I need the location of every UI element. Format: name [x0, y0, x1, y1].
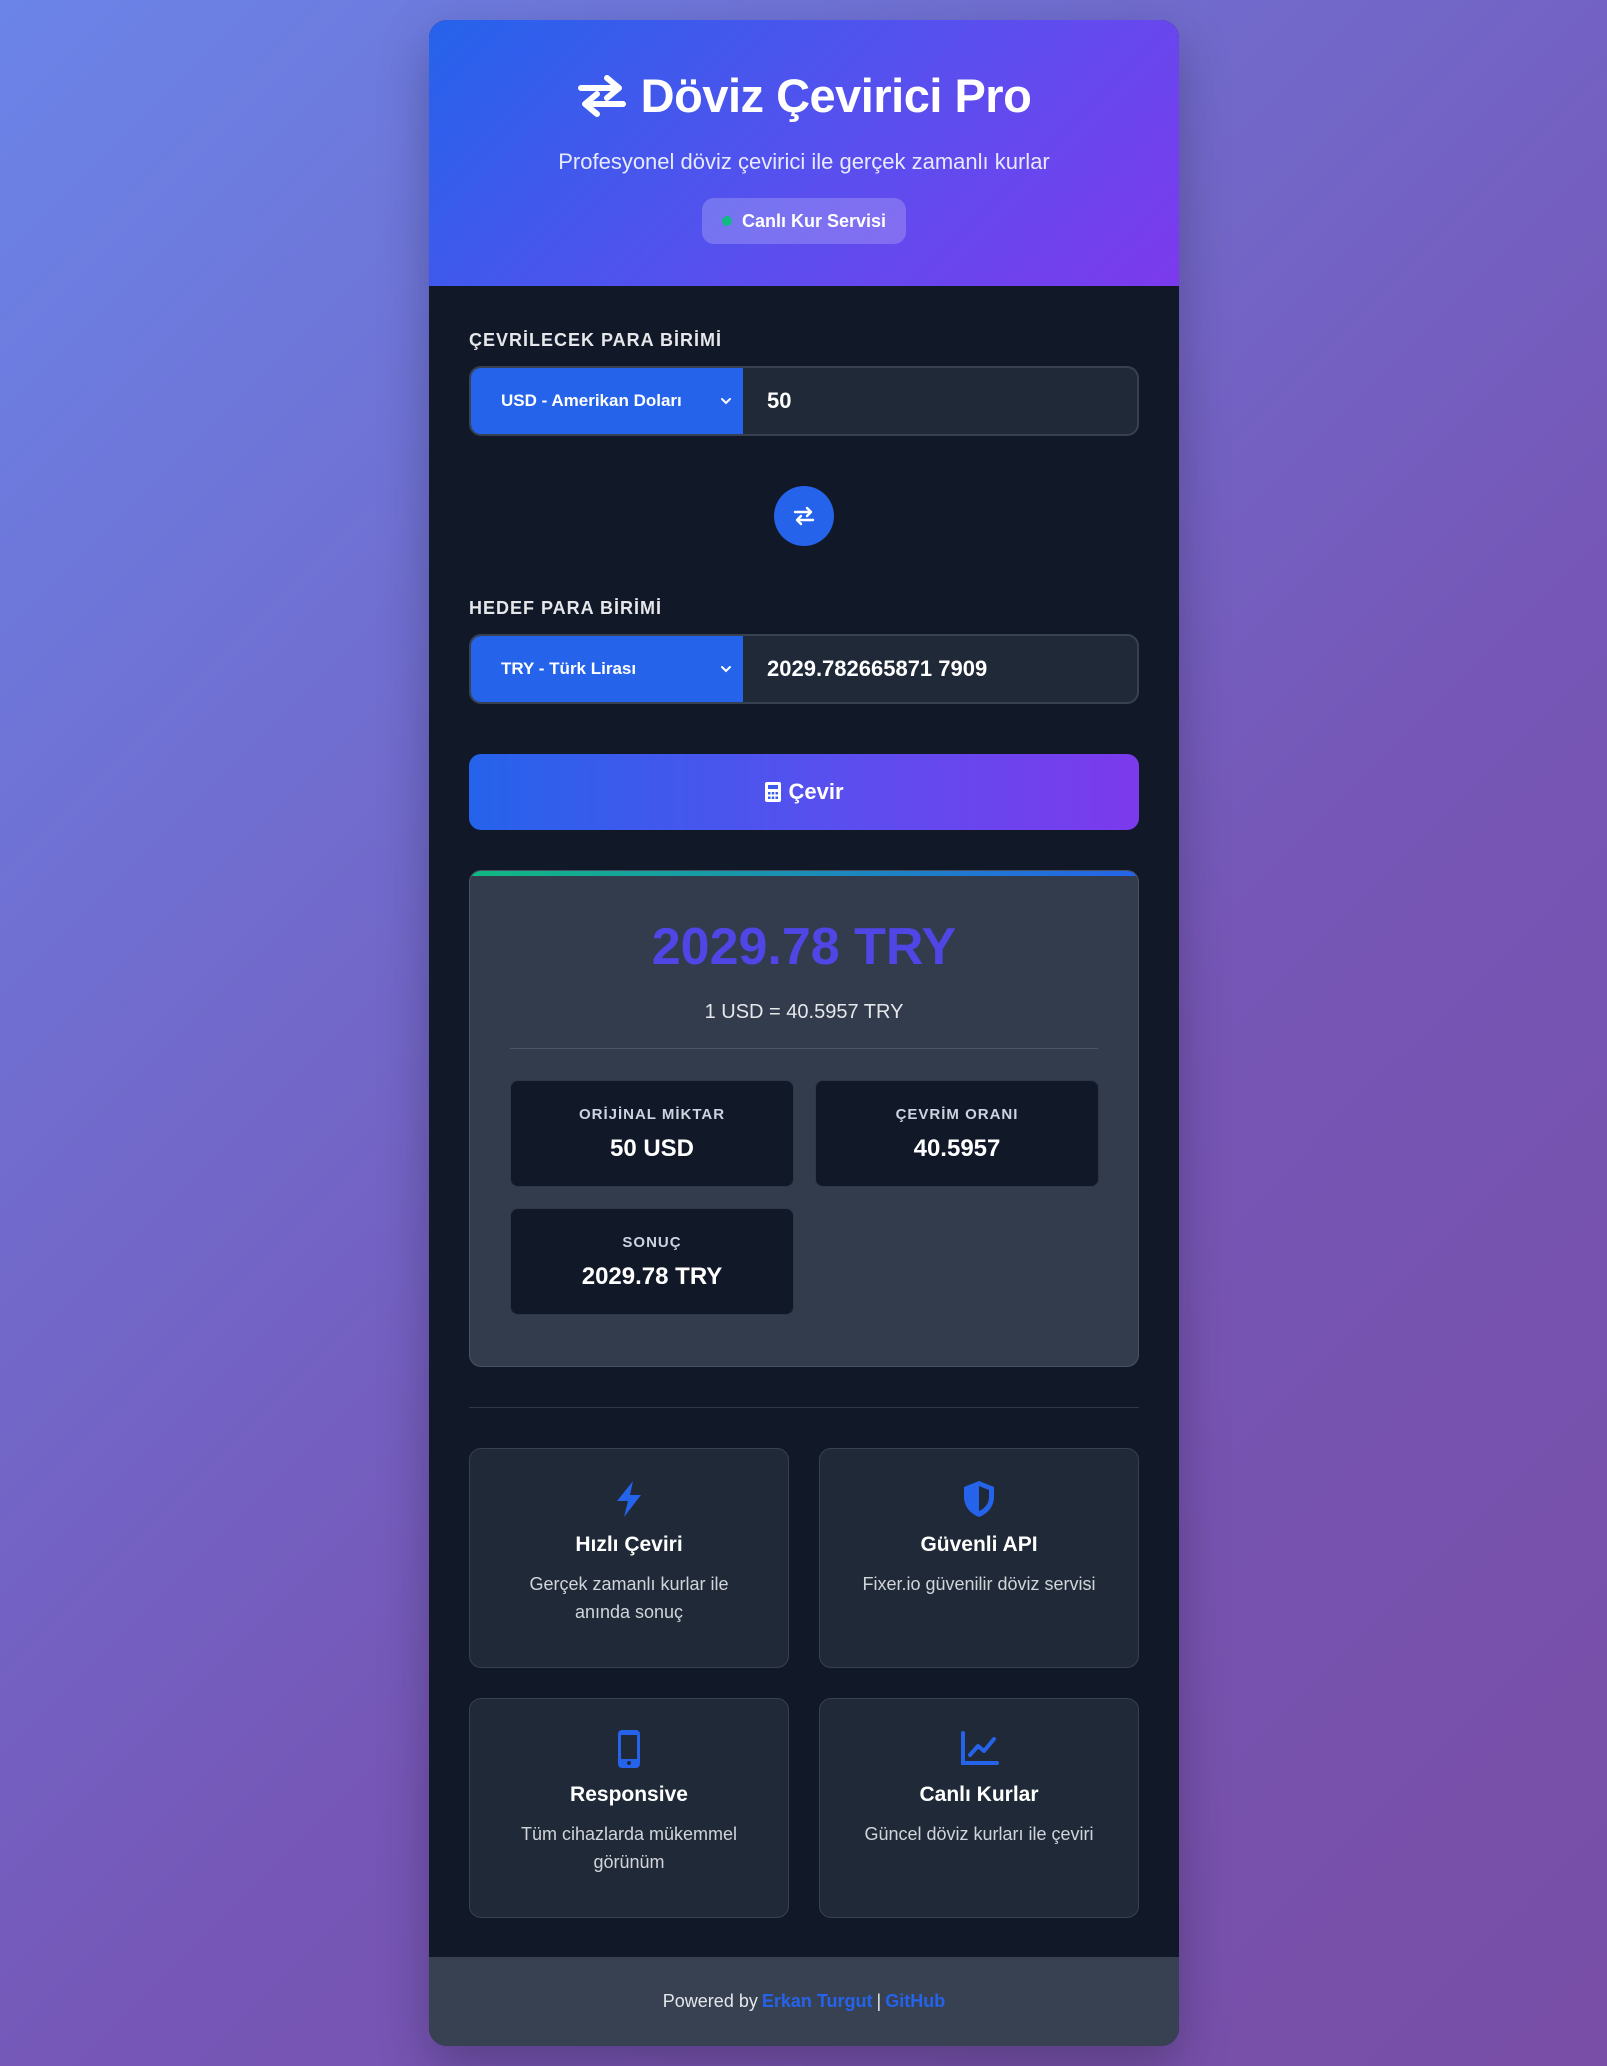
footer-prefix: Powered by: [662, 1991, 758, 2011]
exchange-arrows-icon: [577, 74, 626, 117]
converter-card: Döviz Çevirici Pro Profesyonel döviz çev…: [429, 20, 1179, 2046]
from-currency-label: ÇEVRİLECEK PARA BİRİMİ: [469, 330, 723, 350]
calculator-icon: [765, 782, 782, 802]
feature-desc: Tüm cihazlarda mükemmel görünüm: [520, 1824, 738, 1872]
live-rate-badge-label: Canlı Kur Servisi: [741, 210, 887, 231]
bolt-icon: [617, 1481, 641, 1517]
author-link[interactable]: Erkan Turgut: [762, 1991, 873, 2012]
result-rate: 1 USD = 40.5957 TRY: [704, 1001, 904, 1023]
chevron-down-icon: [721, 666, 731, 673]
feature-title: Responsive: [570, 1783, 688, 1806]
feature-card-responsive: Responsive Tüm cihazlarda mükemmel görün…: [469, 1698, 789, 1918]
result-divider: [510, 1048, 1098, 1049]
from-currency-select[interactable]: USD - Amerikan Doları: [471, 368, 743, 434]
result-stats: ORİJİNAL MİKTAR 50 USD ÇEVRİM ORANI 40.5…: [510, 1080, 1099, 1315]
convert-button-label: Çevir: [788, 779, 844, 804]
header: Döviz Çevirici Pro Profesyonel döviz çev…: [429, 20, 1179, 286]
feature-desc: Güncel döviz kurları ile çeviri: [864, 1824, 1094, 1844]
chart-line-icon: [961, 1731, 999, 1765]
to-input-group: TRY - Türk Lirası 2029.782665871 7909: [469, 634, 1139, 704]
stat-original-amount: ORİJİNAL MİKTAR 50 USD: [510, 1080, 794, 1187]
feature-desc: Gerçek zamanlı kurlar ile anında sonuç: [529, 1574, 729, 1622]
feature-card-live-rates: Canlı Kurlar Güncel döviz kurları ile çe…: [819, 1698, 1139, 1918]
page-subtitle: Profesyonel döviz çevirici ile gerçek za…: [558, 149, 1050, 174]
footer: Powered by Erkan Turgut | GitHub: [429, 1957, 1179, 2046]
convert-button[interactable]: Çevir: [469, 754, 1139, 830]
from-currency-selected: USD - Amerikan Doları: [501, 391, 682, 410]
feature-title: Güvenli API: [920, 1533, 1038, 1556]
shield-icon: [964, 1481, 994, 1517]
swap-wrap: [469, 486, 1139, 546]
stat-value: 2029.78 TRY: [581, 1263, 723, 1290]
stat-label: ÇEVRİM ORANI: [895, 1106, 1019, 1123]
converter-body: ÇEVRİLECEK PARA BİRİMİ USD - Amerikan Do…: [429, 330, 1179, 1918]
result-accent-bar: [470, 871, 1138, 876]
stat-label: SONUÇ: [622, 1234, 682, 1251]
stat-value: 50 USD: [609, 1135, 695, 1162]
feature-title: Hızlı Çeviri: [575, 1533, 683, 1556]
stat-conversion-rate: ÇEVRİM ORANI 40.5957: [815, 1080, 1099, 1187]
features-grid: Hızlı Çeviri Gerçek zamanlı kurlar ile a…: [469, 1448, 1139, 1918]
stat-result: SONUÇ 2029.78 TRY: [510, 1208, 794, 1315]
to-amount-output: 2029.782665871 7909: [767, 656, 988, 681]
feature-title: Canlı Kurlar: [919, 1783, 1039, 1806]
live-status-dot: [721, 216, 732, 226]
from-input-group: USD - Amerikan Doları 50: [469, 366, 1139, 436]
swap-currencies-button[interactable]: [774, 486, 834, 546]
footer-separator: |: [876, 1991, 882, 2011]
feature-card-secure: Güvenli API Fixer.io güvenilir döviz ser…: [819, 1448, 1139, 1668]
section-divider: [469, 1407, 1139, 1408]
stat-label: ORİJİNAL MİKTAR: [578, 1106, 726, 1123]
to-currency-select[interactable]: TRY - Türk Lirası: [471, 636, 743, 702]
title-row: Döviz Çevirici Pro: [429, 20, 1179, 123]
feature-desc: Fixer.io güvenilir döviz servisi: [862, 1574, 1096, 1594]
swap-icon: [793, 506, 815, 526]
chevron-down-icon: [721, 398, 731, 405]
feature-card-fast: Hızlı Çeviri Gerçek zamanlı kurlar ile a…: [469, 1448, 789, 1668]
stat-value: 40.5957: [913, 1135, 1001, 1162]
page-title: Döviz Çevirici Pro: [640, 69, 1032, 122]
github-link[interactable]: GitHub: [885, 1991, 945, 2012]
mobile-icon: [618, 1730, 640, 1768]
live-rate-badge: Canlı Kur Servisi: [701, 198, 907, 244]
result-panel: 2029.78 TRY 1 USD = 40.5957 TRY ORİJİNAL…: [469, 870, 1139, 1367]
to-currency-selected: TRY - Türk Lirası: [501, 659, 637, 678]
from-amount-input[interactable]: 50: [743, 368, 1137, 434]
to-currency-label: HEDEF PARA BİRİMİ: [469, 598, 663, 618]
result-amount: 2029.78 TRY: [651, 918, 957, 976]
